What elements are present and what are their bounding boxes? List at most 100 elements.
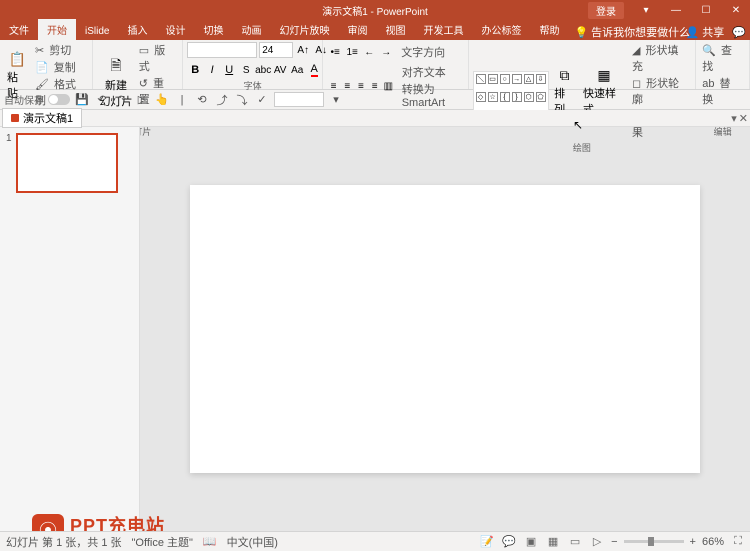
underline-button[interactable]: U	[221, 62, 237, 78]
copy-button[interactable]: 📄 复制	[33, 59, 88, 75]
close-icon[interactable]: ✕	[722, 0, 750, 20]
qat-extra3-icon[interactable]: ⤵	[234, 92, 250, 108]
group-editing: 🔍 查找 ab 替换 ▭ 选择 编辑	[696, 40, 750, 89]
tab-developer[interactable]: 开发工具	[414, 19, 472, 40]
font-family-select[interactable]	[187, 42, 257, 58]
shape-fill-button[interactable]: ◢ 形状填充	[630, 42, 691, 74]
tell-me-search[interactable]: 💡 告诉我你想要做什么	[574, 24, 690, 40]
bullets-button[interactable]: •≡	[327, 44, 343, 60]
find-button[interactable]: 🔍 查找	[700, 42, 745, 74]
tab-transition[interactable]: 切换	[194, 19, 232, 40]
maximize-icon[interactable]: ☐	[692, 0, 720, 20]
increase-font-icon[interactable]: A↑	[295, 42, 311, 58]
tab-islide[interactable]: iSlide	[76, 23, 118, 40]
ribbon-tabs: 文件 开始 iSlide 插入 设计 切换 动画 幻灯片放映 审阅 视图 开发工…	[0, 20, 750, 40]
align-right-button[interactable]: ≡	[355, 79, 368, 95]
title-bar: 演示文稿1 - PowerPoint 登录 ▾ — ☐ ✕	[0, 0, 750, 20]
spellcheck-icon[interactable]: 📖	[203, 535, 217, 548]
zoom-level[interactable]: 66%	[702, 536, 724, 548]
save-icon[interactable]: 💾	[74, 92, 90, 108]
strike-button[interactable]: S	[238, 62, 254, 78]
tab-animation[interactable]: 动画	[232, 19, 270, 40]
login-badge[interactable]: 登录	[588, 2, 624, 19]
tab-close-icon[interactable]: ✕	[739, 112, 748, 125]
new-slide-icon: 🗎	[106, 57, 126, 77]
notes-button[interactable]: 📝	[479, 535, 495, 549]
tab-insert[interactable]: 插入	[118, 19, 156, 40]
tab-review[interactable]: 审阅	[338, 19, 376, 40]
lightbulb-icon: 💡	[574, 26, 588, 39]
ribbon: 📋粘贴 ✂ 剪切 📄 复制 🖌 格式刷 剪贴板 🗎新建 幻灯片 ▭ 版式 ↺ 重…	[0, 40, 750, 90]
undo-icon[interactable]: ↶	[94, 92, 110, 108]
tab-office[interactable]: 办公标签	[472, 19, 530, 40]
tab-slideshow[interactable]: 幻灯片放映	[270, 19, 338, 40]
tab-file[interactable]: 文件	[0, 19, 38, 40]
text-direction-button[interactable]: 文字方向	[399, 44, 447, 60]
status-theme: "Office 主题"	[132, 534, 193, 550]
ribbon-options-icon[interactable]: ▾	[632, 0, 660, 20]
comments-button[interactable]: 💬	[501, 535, 517, 549]
slideshow-view-icon[interactable]: ▷	[589, 535, 605, 549]
group-drawing: ＼▭○→△⇩ ◇☆{}⬡⬠ ⧉排列 ▦快速样式 ◢ 形状填充 ◻ 形状轮廓 ✦ …	[469, 40, 697, 89]
start-slideshow-icon[interactable]: ▷	[134, 92, 150, 108]
slide-canvas[interactable]	[190, 185, 700, 473]
reading-view-icon[interactable]: ▭	[567, 535, 583, 549]
align-text-button[interactable]: 对齐文本	[400, 64, 464, 80]
qat-dropdown-icon[interactable]: ▾	[328, 92, 344, 108]
char-spacing-button[interactable]: AV	[272, 62, 288, 78]
tab-menu-icon[interactable]: ▾	[731, 112, 737, 125]
qat-extra1-icon[interactable]: ⟲	[194, 92, 210, 108]
indent-dec-button[interactable]: ←	[361, 44, 377, 60]
bold-button[interactable]: B	[187, 62, 203, 78]
shadow-button[interactable]: abc	[255, 62, 271, 78]
cut-button[interactable]: ✂ 剪切	[33, 42, 88, 58]
clipboard-icon: 📋	[7, 49, 27, 69]
layout-button[interactable]: ▭ 版式	[137, 42, 178, 74]
tab-help[interactable]: 帮助	[530, 19, 568, 40]
touch-mode-icon[interactable]: 👆	[154, 92, 170, 108]
shape-outline-button[interactable]: ◻ 形状轮廓	[630, 75, 691, 107]
thumbnail-pane[interactable]: 1	[0, 127, 140, 531]
normal-view-icon[interactable]: ▣	[523, 535, 539, 549]
autosave-label: 自动保存	[4, 92, 44, 107]
doc-tab-active[interactable]: 演示文稿1	[2, 108, 82, 128]
arrange-icon: ⧉	[555, 65, 575, 85]
columns-button[interactable]: ▥	[382, 79, 395, 95]
comments-icon[interactable]: 💬	[732, 26, 746, 39]
tab-view[interactable]: 视图	[376, 19, 414, 40]
autosave-toggle[interactable]	[48, 94, 70, 105]
italic-button[interactable]: I	[204, 62, 220, 78]
zoom-slider[interactable]	[624, 540, 684, 543]
ppt-file-icon	[11, 114, 19, 122]
qat-extra4-icon[interactable]: ✓	[254, 92, 270, 108]
qat-extra2-icon[interactable]: ⤴	[214, 92, 230, 108]
minimize-icon[interactable]: —	[662, 0, 690, 20]
smartart-button[interactable]: 转换为 SmartArt	[400, 81, 464, 109]
replace-button[interactable]: ab 替换	[700, 75, 745, 107]
qat-combo[interactable]	[274, 92, 324, 107]
justify-button[interactable]: ≡	[368, 79, 381, 95]
shape-tri-icon: △	[524, 74, 534, 84]
shape-gallery[interactable]: ＼▭○→△⇩ ◇☆{}⬡⬠	[473, 71, 550, 111]
slide-thumbnail[interactable]: 1	[6, 133, 133, 193]
fit-window-icon[interactable]: ⛶	[730, 535, 746, 549]
tab-home[interactable]: 开始	[38, 19, 76, 40]
slide-canvas-area[interactable]: ⦿ PPT充电站 PPT CHARGING STUDIO	[140, 127, 750, 531]
status-language[interactable]: 中文(中国)	[227, 534, 278, 550]
qat-sep: |	[174, 92, 190, 108]
share-button[interactable]: 👤 共享	[686, 24, 725, 40]
group-paragraph: •≡ 1≡ ← → 文字方向 ≡ ≡ ≡ ≡ ▥ 对齐文本 转换为 SmartA…	[323, 40, 468, 89]
tab-design[interactable]: 设计	[156, 19, 194, 40]
change-case-button[interactable]: Aa	[289, 62, 305, 78]
sorter-view-icon[interactable]: ▦	[545, 535, 561, 549]
shape-arrow-icon: →	[512, 74, 522, 84]
indent-inc-button[interactable]: →	[378, 44, 394, 60]
thumbnail-preview[interactable]	[16, 133, 118, 193]
numbering-button[interactable]: 1≡	[344, 44, 360, 60]
font-color-button[interactable]: A	[306, 62, 322, 78]
group-slides: 🗎新建 幻灯片 ▭ 版式 ↺ 重置 ▤ 节 幻灯片	[93, 40, 183, 89]
document-tabs: 演示文稿1 ▾ ✕	[0, 110, 750, 127]
redo-icon[interactable]: ↷	[114, 92, 130, 108]
font-size-select[interactable]	[259, 42, 293, 58]
window-title: 演示文稿1 - PowerPoint	[322, 3, 428, 18]
